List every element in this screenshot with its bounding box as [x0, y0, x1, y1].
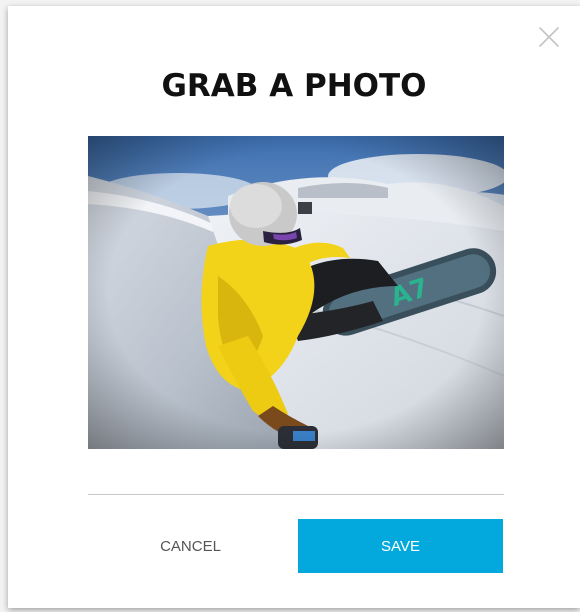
- divider: [88, 494, 504, 495]
- close-button[interactable]: [538, 26, 560, 48]
- dialog-title: GRAB A PHOTO: [161, 68, 427, 104]
- snowboarder-photo: A7: [88, 136, 504, 449]
- photo-preview: A7: [88, 136, 504, 449]
- cancel-button[interactable]: CANCEL: [88, 519, 293, 573]
- photo-dialog: GRAB A PHOTO CANCEL SAVE: [8, 6, 580, 608]
- save-button[interactable]: SAVE: [298, 519, 503, 573]
- close-icon: [539, 27, 559, 47]
